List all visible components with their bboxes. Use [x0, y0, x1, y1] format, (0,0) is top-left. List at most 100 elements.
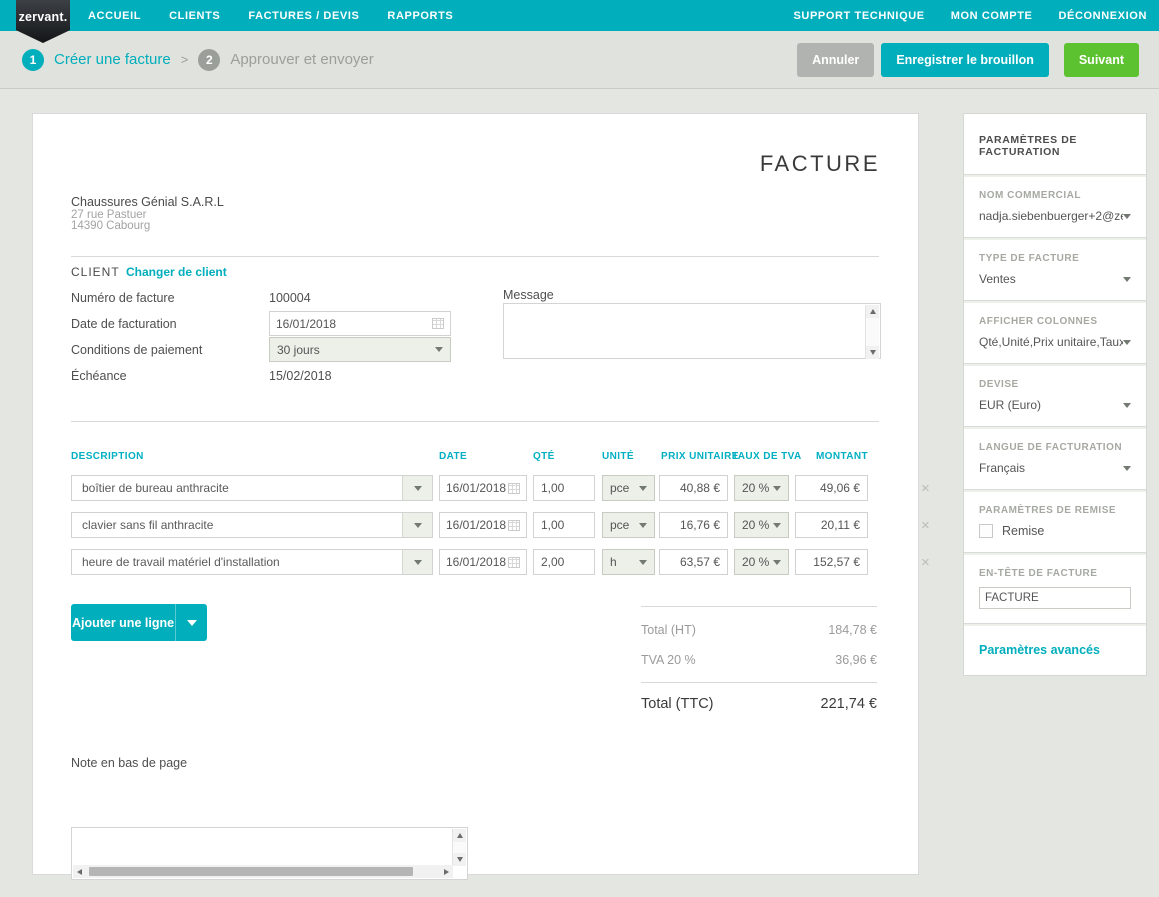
remove-line-icon[interactable]: ×	[921, 512, 930, 538]
unit-price-input[interactable]	[659, 512, 728, 538]
scroll-up-icon[interactable]	[453, 829, 466, 842]
change-client-link[interactable]: Changer de client	[126, 265, 227, 279]
columns-dropdown[interactable]: Qté,Unité,Prix unitaire,Taux...	[979, 335, 1131, 349]
chevron-down-icon	[435, 347, 443, 352]
qty-input[interactable]	[533, 512, 595, 538]
qty-input[interactable]	[533, 549, 595, 575]
calendar-icon[interactable]	[432, 318, 444, 329]
add-line-dropdown-toggle[interactable]	[175, 604, 207, 641]
sidebar-section-invoice-type: TYPE DE FACTURE Ventes	[964, 240, 1146, 300]
trading-name-value: nadja.siebenbuerger+2@ze...	[979, 209, 1123, 223]
total-value: 221,74 €	[821, 696, 877, 712]
currency-label: DEVISE	[979, 379, 1131, 390]
amount-input[interactable]	[795, 549, 868, 575]
unit-select[interactable]: h	[602, 549, 655, 575]
chevron-down-icon	[1123, 340, 1131, 345]
footer-note-hscrollbar[interactable]	[73, 865, 453, 878]
save-draft-button[interactable]: Enregistrer le brouillon	[881, 43, 1049, 77]
invoice-type-value: Ventes	[979, 272, 1016, 286]
description-input[interactable]: clavier sans fil anthracite	[71, 512, 433, 538]
vat-select[interactable]: 20 %	[734, 512, 789, 538]
columns-value: Qté,Unité,Prix unitaire,Taux...	[979, 335, 1123, 349]
qty-input[interactable]	[533, 475, 595, 501]
scroll-right-icon[interactable]	[440, 865, 453, 878]
remove-line-icon[interactable]: ×	[921, 549, 930, 575]
col-header-amount: MONTANT	[816, 451, 868, 462]
line-date-input[interactable]: 16/01/2018	[439, 549, 527, 575]
remise-checkbox[interactable]	[979, 524, 993, 538]
remove-line-icon[interactable]: ×	[921, 475, 930, 501]
footer-note-vscrollbar[interactable]	[452, 829, 466, 866]
nav-item-mon-compte[interactable]: MON COMPTE	[951, 10, 1033, 22]
invoice-type-dropdown[interactable]: Ventes	[979, 272, 1131, 286]
add-line-button[interactable]: Ajouter une ligne	[71, 604, 207, 641]
hscrollbar-thumb[interactable]	[89, 867, 413, 876]
footer-note-textarea[interactable]	[71, 827, 468, 880]
line-date-value: 16/01/2018	[446, 555, 506, 569]
message-scrollbar[interactable]	[865, 305, 879, 359]
trading-name-dropdown[interactable]: nadja.siebenbuerger+2@ze...	[979, 209, 1131, 223]
sidebar-title: PARAMÈTRES DE FACTURATION	[964, 114, 1146, 174]
line-date-input[interactable]: 16/01/2018	[439, 512, 527, 538]
scroll-left-icon[interactable]	[73, 865, 86, 878]
chevron-down-icon[interactable]	[402, 476, 432, 500]
step-bar: 1 Créer une facture > 2 Approuver et env…	[0, 31, 1159, 89]
language-value: Français	[979, 461, 1025, 475]
calendar-icon[interactable]	[508, 520, 520, 531]
scroll-down-icon[interactable]	[866, 346, 879, 359]
invoice-title: FACTURE	[760, 151, 880, 177]
invoice-date-input[interactable]: 16/01/2018	[269, 311, 451, 336]
sidebar-section-columns: AFFICHER COLONNES Qté,Unité,Prix unitair…	[964, 303, 1146, 363]
line-date-input[interactable]: 16/01/2018	[439, 475, 527, 501]
description-input[interactable]: heure de travail matériel d'installation	[71, 549, 433, 575]
step-1-label: Créer une facture	[54, 51, 171, 68]
unit-price-input[interactable]	[659, 475, 728, 501]
remise-checkbox-label: Remise	[1002, 524, 1044, 538]
footer-note-label: Note en bas de page	[71, 756, 187, 770]
payment-terms-select[interactable]: 30 jours	[269, 337, 451, 362]
navbar-right: SUPPORT TECHNIQUE MON COMPTE DÉCONNEXION	[794, 0, 1148, 31]
chevron-down-icon	[1123, 214, 1131, 219]
amount-input[interactable]	[795, 475, 868, 501]
description-input[interactable]: boîtier de bureau anthracite	[71, 475, 433, 501]
line-item-row: clavier sans fil anthracite 16/01/2018 p…	[71, 512, 887, 538]
col-header-description: DESCRIPTION	[71, 451, 144, 462]
chevron-down-icon	[187, 620, 197, 626]
invoice-header-label: EN-TÊTE DE FACTURE	[979, 568, 1131, 579]
scroll-up-icon[interactable]	[866, 305, 879, 318]
nav-item-rapports[interactable]: RAPPORTS	[387, 10, 453, 22]
unit-price-input[interactable]	[659, 549, 728, 575]
currency-dropdown[interactable]: EUR (Euro)	[979, 398, 1131, 412]
client-label: CLIENT	[71, 265, 120, 279]
line-date-value: 16/01/2018	[446, 518, 506, 532]
amount-input[interactable]	[795, 512, 868, 538]
vat-value: 20 %	[742, 518, 769, 532]
vat-select[interactable]: 20 %	[734, 475, 789, 501]
unit-select[interactable]: pce	[602, 512, 655, 538]
chevron-down-icon[interactable]	[402, 550, 432, 574]
nav-item-accueil[interactable]: ACCUEIL	[88, 10, 141, 22]
col-header-unit: UNITÉ	[602, 451, 634, 462]
description-value: clavier sans fil anthracite	[72, 513, 402, 537]
language-dropdown[interactable]: Français	[979, 461, 1131, 475]
scroll-down-icon[interactable]	[453, 853, 466, 866]
calendar-icon[interactable]	[508, 483, 520, 494]
add-line-label: Ajouter une ligne	[71, 604, 175, 641]
message-textarea[interactable]	[503, 303, 881, 359]
advanced-settings-link[interactable]: Paramètres avancés	[964, 626, 1146, 675]
nav-item-clients[interactable]: CLIENTS	[169, 10, 220, 22]
calendar-icon[interactable]	[508, 557, 520, 568]
total-label: Total (TTC)	[641, 696, 714, 712]
language-label: LANGUE DE FACTURATION	[979, 442, 1131, 453]
chevron-down-icon[interactable]	[402, 513, 432, 537]
col-header-qty: QTÉ	[533, 451, 555, 462]
nav-item-support-technique[interactable]: SUPPORT TECHNIQUE	[794, 10, 925, 22]
invoice-header-input[interactable]	[979, 587, 1131, 609]
vat-total-value: 36,96 €	[835, 653, 877, 667]
nav-item-factures-devis[interactable]: FACTURES / DEVIS	[248, 10, 359, 22]
nav-item-deconnexion[interactable]: DÉCONNEXION	[1059, 10, 1148, 22]
cancel-button[interactable]: Annuler	[797, 43, 874, 77]
unit-select[interactable]: pce	[602, 475, 655, 501]
vat-select[interactable]: 20 %	[734, 549, 789, 575]
next-button[interactable]: Suivant	[1064, 43, 1139, 77]
